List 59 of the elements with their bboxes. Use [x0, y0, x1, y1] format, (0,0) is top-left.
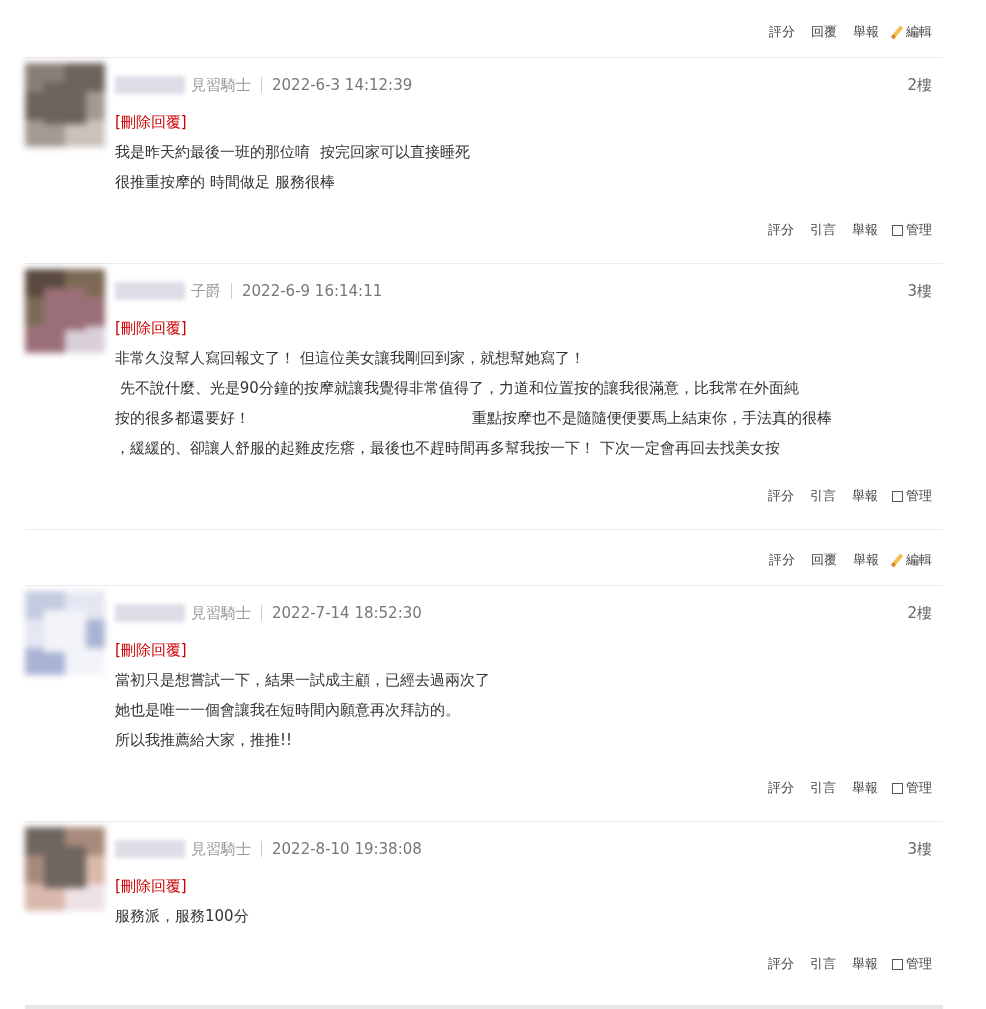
- delete-reply-link[interactable]: [刪除回覆]: [115, 313, 187, 343]
- post-text: 所以我推薦給大家，推推!!: [115, 730, 293, 751]
- manage-link[interactable]: 管理: [906, 949, 932, 979]
- manage-link[interactable]: 管理: [906, 481, 932, 511]
- blurred-username: [115, 840, 185, 858]
- action-link[interactable]: 舉報: [852, 773, 878, 803]
- post-text: 當初只是想嘗試一下，結果一試成主顧，已經去過兩次了: [115, 670, 490, 691]
- post-text: 按的很多都還要好！: [115, 408, 250, 429]
- blurred-username: [115, 76, 185, 94]
- action-link[interactable]: 評分: [768, 773, 794, 803]
- delete-reply-link[interactable]: [刪除回覆]: [115, 107, 187, 137]
- post-date: 2022-6-3 14:12:39: [272, 76, 413, 94]
- post-text: 先不說什麼、光是90分鐘的按摩就讓我覺得非常值得了，力道和位置按的讓我很滿意，比我常在外面純: [118, 378, 799, 399]
- checkbox[interactable]: [892, 782, 903, 794]
- action-link[interactable]: 舉報: [852, 949, 878, 979]
- checkbox[interactable]: [892, 958, 903, 970]
- edit-link[interactable]: 編輯: [906, 17, 932, 47]
- action-link[interactable]: 舉報: [852, 481, 878, 511]
- floor-number: 2樓: [907, 75, 932, 95]
- user-rank: 見習騎士: [191, 603, 251, 623]
- action-link[interactable]: 評分: [769, 17, 795, 47]
- post-text: 重點按摩也不是隨隨便便要馬上結束你，手法真的很棒: [472, 408, 832, 429]
- user-rank: 子爵: [191, 281, 221, 301]
- action-link[interactable]: 回覆: [811, 17, 837, 47]
- post-text: 很推重按摩的 時間做足 服務很棒: [115, 172, 335, 193]
- blurred-username: [115, 604, 185, 622]
- post-text: 我是昨天約最後一班的那位唷 按完回家可以直接睡死: [115, 142, 470, 163]
- action-link[interactable]: 評分: [769, 545, 795, 575]
- action-link[interactable]: 舉報: [852, 215, 878, 245]
- action-link[interactable]: 引言: [810, 773, 836, 803]
- action-link[interactable]: 回覆: [811, 545, 837, 575]
- floor-number: 3樓: [907, 281, 932, 301]
- post-date: 2022-7-14 18:52:30: [272, 604, 422, 622]
- post-text: 非常久沒幫人寫回報文了！ 但這位美女讓我剛回到家，就想幫她寫了！: [115, 348, 585, 369]
- checkbox[interactable]: [892, 490, 903, 502]
- action-link[interactable]: 引言: [810, 481, 836, 511]
- manage-link[interactable]: 管理: [906, 773, 932, 803]
- post-text: ，緩緩的、卻讓人舒服的起雞皮疙瘩，最後也不趕時間再多幫我按一下！ 下次一定會再回去找美女按: [115, 438, 780, 459]
- action-link[interactable]: 舉報: [853, 545, 879, 575]
- delete-reply-link[interactable]: [刪除回覆]: [115, 871, 187, 901]
- action-link[interactable]: 評分: [768, 215, 794, 245]
- checkbox[interactable]: [892, 224, 903, 236]
- floor-number: 2樓: [907, 603, 932, 623]
- floor-number: 3樓: [907, 839, 932, 859]
- post-text: 她也是唯一一個會讓我在短時間內願意再次拜訪的。: [115, 700, 460, 721]
- action-link[interactable]: 評分: [768, 481, 794, 511]
- action-link[interactable]: 評分: [768, 949, 794, 979]
- blurred-username: [115, 282, 185, 300]
- edit-link[interactable]: 編輯: [906, 545, 932, 575]
- action-link[interactable]: 舉報: [853, 17, 879, 47]
- action-link[interactable]: 引言: [810, 215, 836, 245]
- action-link[interactable]: 引言: [810, 949, 836, 979]
- post-date: 2022-6-9 16:14:11: [242, 282, 383, 300]
- post-text: 服務派，服務100分: [115, 906, 249, 927]
- manage-link[interactable]: 管理: [906, 215, 932, 245]
- delete-reply-link[interactable]: [刪除回覆]: [115, 635, 187, 665]
- user-rank: 見習騎士: [191, 839, 251, 859]
- post-date: 2022-8-10 19:38:08: [272, 840, 422, 858]
- user-rank: 見習騎士: [191, 75, 251, 95]
